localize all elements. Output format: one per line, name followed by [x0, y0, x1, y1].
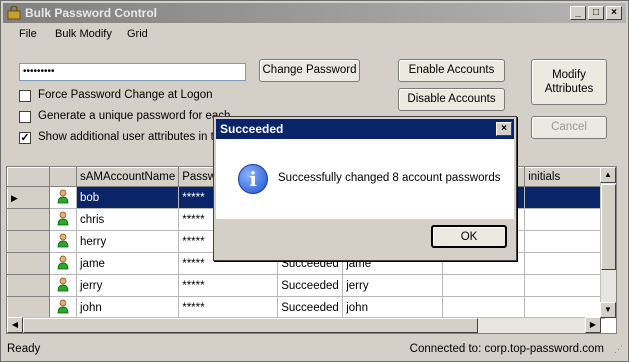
user-icon-cell [49, 274, 77, 297]
modify-attributes-line1: Modify [552, 69, 586, 81]
cell-initials[interactable] [524, 296, 606, 319]
cell-status[interactable]: Succeeded [277, 296, 344, 319]
horizontal-scroll-thumb[interactable] [23, 318, 478, 333]
cell-status[interactable]: Succeeded [277, 274, 344, 297]
enable-accounts-button[interactable]: Enable Accounts [398, 59, 505, 82]
cell-name[interactable]: chris [75, 208, 180, 231]
user-icon-cell [49, 296, 77, 319]
scroll-left-arrow-icon[interactable]: ◀ [7, 317, 23, 333]
current-row-arrow-icon: ▶ [11, 192, 18, 203]
change-password-button[interactable]: Change Password [259, 59, 360, 82]
menu-file[interactable]: File [19, 28, 37, 40]
cell-initials[interactable] [524, 208, 606, 231]
table-row[interactable]: jerry ***** Succeeded jerry [7, 274, 606, 297]
user-icon [57, 233, 69, 247]
succeeded-dialog: Succeeded × i Successfully changed 8 acc… [213, 116, 517, 261]
cell-name[interactable]: herry [75, 230, 180, 253]
cell-initials[interactable] [524, 230, 606, 253]
window-title: Bulk Password Control [25, 6, 158, 20]
menu-bar: File Bulk Modify Grid [3, 25, 626, 45]
unique-password-checkbox[interactable] [19, 111, 31, 123]
menu-grid[interactable]: Grid [127, 28, 148, 40]
cell-name[interactable]: john [75, 296, 180, 319]
menu-bulk-modify[interactable]: Bulk Modify [55, 28, 112, 40]
user-icon-cell [49, 230, 77, 253]
password-input[interactable]: ••••••••• [19, 63, 246, 81]
cell-name[interactable]: jerry [75, 274, 180, 297]
cell-extra[interactable] [442, 274, 526, 297]
cell-name[interactable]: bob [75, 186, 180, 209]
row-header[interactable] [7, 230, 50, 253]
dialog-title-bar: Succeeded × [216, 119, 514, 139]
dialog-close-button[interactable]: × [496, 122, 512, 136]
cancel-button[interactable]: Cancel [531, 116, 607, 139]
cell-extra[interactable] [442, 296, 526, 319]
corner-cell [7, 167, 50, 187]
status-text: Ready [7, 343, 41, 355]
row-header[interactable]: ▶ [7, 186, 50, 209]
vertical-scroll-thumb[interactable] [601, 184, 616, 270]
ok-button[interactable]: OK [431, 225, 507, 248]
scroll-up-arrow-icon[interactable]: ▲ [600, 167, 616, 183]
app-key-icon [7, 6, 21, 20]
cell-password[interactable]: ***** [178, 274, 279, 297]
cell-initials[interactable] [524, 186, 606, 209]
status-bar: Ready Connected to: corp.top-password.co… [3, 338, 626, 360]
show-attributes-label: Show additional user attributes in th [38, 131, 221, 143]
row-header[interactable] [7, 296, 50, 319]
scroll-down-arrow-icon[interactable]: ▼ [600, 302, 616, 318]
dialog-body: i Successfully changed 8 account passwor… [216, 139, 514, 219]
modify-attributes-button[interactable]: Modify Attributes [531, 59, 607, 105]
minimize-button[interactable]: _ [570, 6, 586, 20]
cell-password[interactable]: ***** [178, 296, 279, 319]
dialog-message: Successfully changed 8 account passwords [278, 172, 501, 184]
connection-status: Connected to: corp.top-password.com [409, 343, 604, 355]
unique-password-label: Generate a unique password for each [38, 110, 231, 122]
show-attributes-checkbox[interactable]: ✓ [19, 132, 31, 144]
maximize-button[interactable]: □ [588, 6, 604, 20]
force-change-checkbox[interactable] [19, 90, 31, 102]
user-icon [57, 189, 69, 203]
table-row[interactable]: john ***** Succeeded john [7, 296, 606, 319]
user-icon [57, 255, 69, 269]
row-header[interactable] [7, 252, 50, 275]
user-icon-cell [49, 252, 77, 275]
dialog-title: Succeeded [220, 122, 284, 136]
horizontal-scrollbar[interactable]: ◀ ▶ [7, 317, 601, 333]
resize-grip-icon[interactable]: ⋰ [614, 344, 623, 355]
row-header[interactable] [7, 208, 50, 231]
icon-column-header [49, 167, 77, 187]
user-icon [57, 277, 69, 291]
vertical-scrollbar[interactable]: ▲ ▼ [600, 167, 616, 318]
title-bar: Bulk Password Control _ □ × [3, 3, 626, 23]
user-icon [57, 211, 69, 225]
cell-name[interactable]: jame [75, 252, 180, 275]
cell-account[interactable]: jerry [342, 274, 444, 297]
cell-initials[interactable] [524, 252, 606, 275]
user-icon [57, 299, 69, 313]
information-icon: i [238, 164, 268, 194]
force-change-label: Force Password Change at Logon [38, 89, 213, 101]
disable-accounts-button[interactable]: Disable Accounts [398, 88, 505, 111]
column-header-initials[interactable]: initials [524, 167, 606, 187]
user-icon-cell [49, 186, 77, 209]
close-button[interactable]: × [606, 6, 622, 20]
row-header[interactable] [7, 274, 50, 297]
modify-attributes-line2: Attributes [544, 83, 594, 95]
cell-initials[interactable] [524, 274, 606, 297]
scroll-right-arrow-icon[interactable]: ▶ [585, 317, 601, 333]
user-icon-cell [49, 208, 77, 231]
cell-account[interactable]: john [342, 296, 444, 319]
column-header-samaccountname[interactable]: sAMAccountName [75, 167, 180, 187]
